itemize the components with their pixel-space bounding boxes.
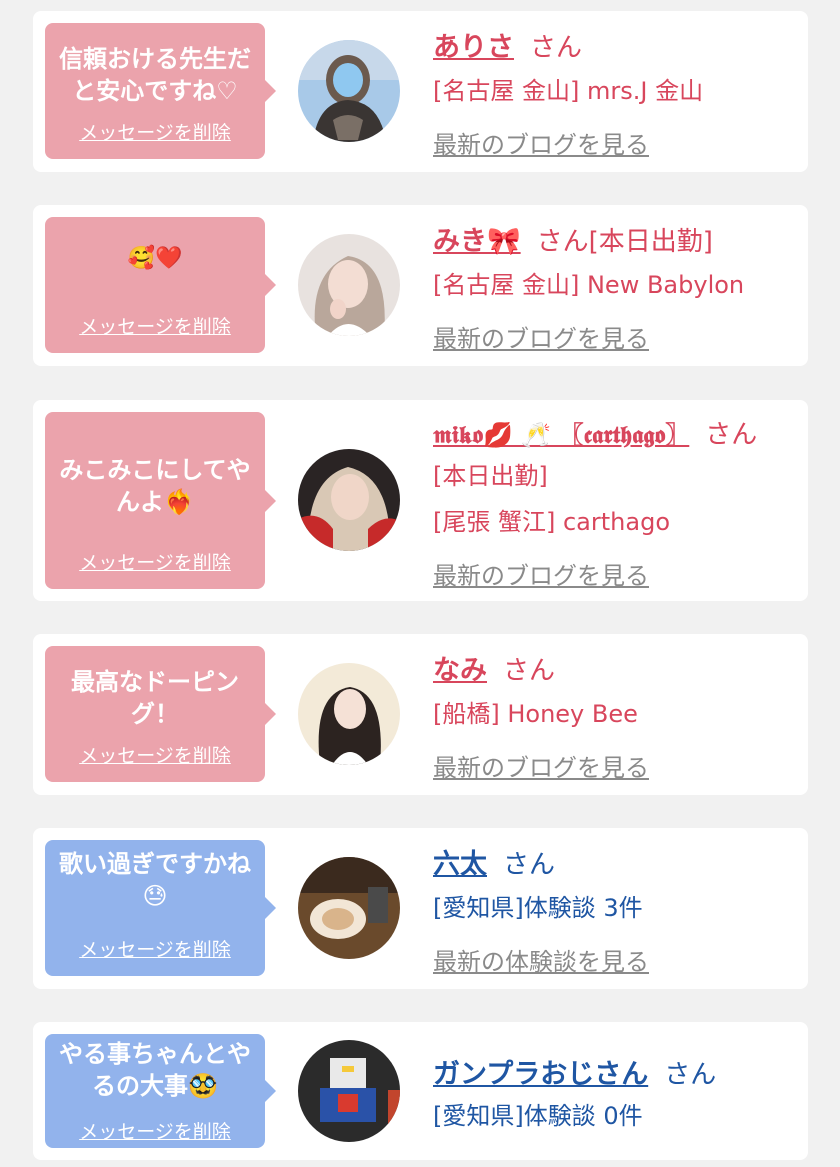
message-text: 信頼おける先生だと安心ですね♡ [59,45,251,105]
shop-info: [尾張 蟹江] carthago [433,508,670,536]
profile-info: ガンプラおじさん さん [愛知県]体験談 0件 [433,1022,798,1160]
profile-info: みき🎀 さん[本日出勤] [名古屋 金山] New Babylon 最新のブログを… [433,205,798,366]
profile-info: なみ さん [船橋] Honey Bee 最新のブログを見る [433,634,798,795]
profile-name-link[interactable]: ありさ [433,32,514,63]
message-bubble: 最高なドーピング！ メッセージを削除 [45,646,276,782]
latest-blog-link[interactable]: 最新のブログを見る [433,748,649,783]
delete-message-link[interactable]: メッセージを削除 [45,548,265,575]
profile-name-link[interactable]: ガンプラおじさん [433,1059,648,1090]
message-text: やる事ちゃんとやるの大事🥸 [59,1040,251,1100]
delete-message-link[interactable]: メッセージを削除 [45,741,265,768]
avatar[interactable] [298,663,400,765]
latest-blog-link[interactable]: 最新のブログを見る [433,556,649,591]
honorific: さん [503,850,556,880]
status-badge: [本日出勤] [433,462,548,490]
profile-name-link[interactable]: 六太 [433,849,487,880]
message-card: やる事ちゃんとやるの大事🥸 メッセージを削除 ガンプラおじさん さん [愛知県]体… [33,1022,808,1160]
avatar[interactable] [298,234,400,336]
latest-review-link[interactable]: 最新の体験談を見る [433,942,649,977]
latest-blog-link[interactable]: 最新のブログを見る [433,319,649,354]
message-card: 信頼おける先生だと安心ですね♡ メッセージを削除 ありさ さん [名古屋 金山] … [33,11,808,172]
delete-message-link[interactable]: メッセージを削除 [45,1117,265,1144]
review-info: [愛知県]体験談 0件 [433,1102,643,1130]
avatar[interactable] [298,857,400,959]
profile-info: 𝖒𝖎𝖐𝖔💋 🥂 〖𝖈𝖆𝖗𝖙𝖍𝖆𝖌𝖔〗 さん [本日出勤] [尾張 蟹江] cart… [433,400,798,601]
honorific: さん [664,1060,717,1090]
message-bubble: 🥰❤️ メッセージを削除 [45,217,276,353]
status-badge: [本日出勤] [588,227,713,257]
honorific: さん [530,33,583,63]
delete-message-link[interactable]: メッセージを削除 [45,935,265,962]
avatar[interactable] [298,449,400,551]
message-list: 信頼おける先生だと安心ですね♡ メッセージを削除 ありさ さん [名古屋 金山] … [0,0,840,1167]
message-text: 🥰❤️ [127,246,183,271]
message-card: みこみこにしてやんよ❤️‍🔥 メッセージを削除 𝖒𝖎𝖐𝖔💋 🥂 〖𝖈𝖆𝖗𝖙𝖍𝖆𝖌… [33,400,808,601]
honorific: さん [536,227,589,257]
shop-info: [名古屋 金山] mrs.J 金山 [433,77,704,105]
profile-info: ありさ さん [名古屋 金山] mrs.J 金山 最新のブログを見る [433,11,798,172]
delete-message-link[interactable]: メッセージを削除 [45,118,265,145]
message-text: みこみこにしてやんよ❤️‍🔥 [59,456,251,516]
delete-message-link[interactable]: メッセージを削除 [45,312,265,339]
profile-name-link[interactable]: なみ [433,655,487,686]
profile-name-link[interactable]: みき🎀 [433,226,521,257]
shop-info: [船橋] Honey Bee [433,700,638,728]
message-card: 歌い過ぎですかね😓 メッセージを削除 六太 さん [愛知県]体験談 3件 最新の体… [33,828,808,989]
message-bubble: みこみこにしてやんよ❤️‍🔥 メッセージを削除 [45,412,276,589]
message-text: 最高なドーピング！ [71,668,239,728]
message-card: 🥰❤️ メッセージを削除 みき🎀 さん[本日出勤] [名古屋 金山] New Ba… [33,205,808,366]
profile-info: 六太 さん [愛知県]体験談 3件 最新の体験談を見る [433,828,798,989]
message-bubble: やる事ちゃんとやるの大事🥸 メッセージを削除 [45,1034,276,1148]
profile-name-link[interactable]: 𝖒𝖎𝖐𝖔💋 🥂 〖𝖈𝖆𝖗𝖙𝖍𝖆𝖌𝖔〗 [433,421,689,449]
review-info: [愛知県]体験談 3件 [433,894,643,922]
avatar[interactable] [298,1040,400,1142]
honorific: さん [503,656,556,686]
honorific: さん [705,420,758,450]
latest-blog-link[interactable]: 最新のブログを見る [433,125,649,160]
shop-info: [名古屋 金山] New Babylon [433,271,745,299]
message-bubble: 歌い過ぎですかね😓 メッセージを削除 [45,840,276,976]
avatar[interactable] [298,40,400,142]
message-text: 歌い過ぎですかね😓 [59,850,251,910]
message-card: 最高なドーピング！ メッセージを削除 なみ さん [船橋] Honey Bee 最… [33,634,808,795]
message-bubble: 信頼おける先生だと安心ですね♡ メッセージを削除 [45,23,276,159]
